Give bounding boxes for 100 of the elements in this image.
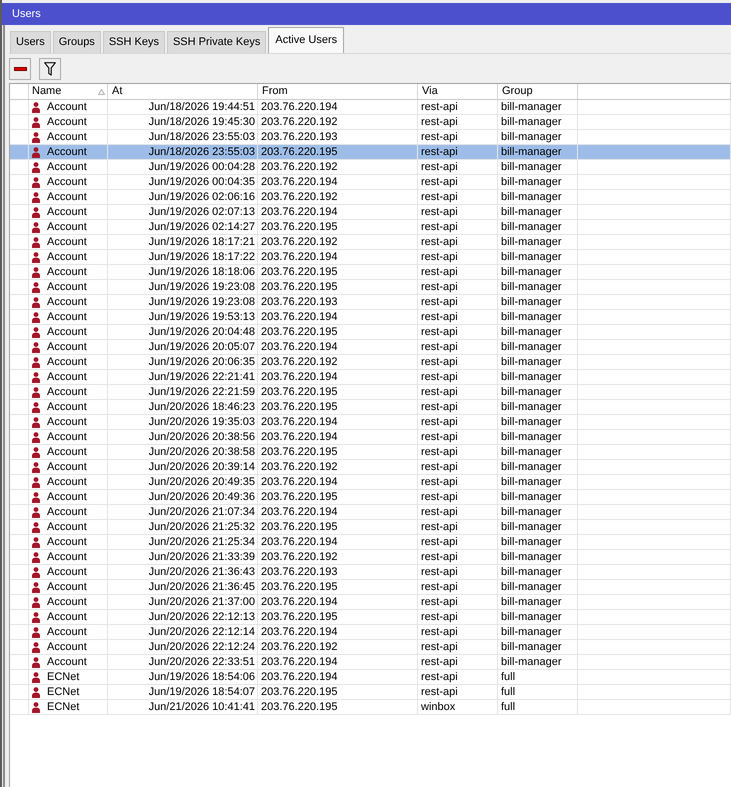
table-row[interactable]: Account Jun/20/2026 21:07:34 203.76.220.194 rest-api bill-manager <box>10 505 731 520</box>
table-row[interactable]: Account Jun/20/2026 21:25:34 203.76.220.194 rest-api bill-manager <box>10 535 731 550</box>
table-row[interactable]: Account Jun/20/2026 22:12:14 203.76.220.194 rest-api bill-manager <box>10 625 731 640</box>
table-cell: 203.76.220.194 <box>261 475 338 489</box>
table-cell: bill-manager <box>501 505 562 519</box>
table-row[interactable]: Account Jun/20/2026 21:25:32 203.76.220.195 rest-api bill-manager <box>10 520 731 535</box>
filter-button[interactable] <box>39 58 61 80</box>
table-row[interactable]: Account Jun/19/2026 00:04:28 203.76.220.192 rest-api bill-manager <box>10 160 731 175</box>
table-cell: Jun/20/2026 21:36:45 <box>148 580 255 594</box>
table-row[interactable]: Account Jun/19/2026 18:18:06 203.76.220.195 rest-api bill-manager <box>10 265 731 280</box>
user-icon <box>32 356 40 368</box>
column-header[interactable]: From <box>262 84 288 99</box>
table-cell: Jun/20/2026 21:36:43 <box>148 565 255 579</box>
table-cell: 203.76.220.195 <box>261 610 338 624</box>
table-row[interactable]: Account Jun/20/2026 20:49:35 203.76.220.194 rest-api bill-manager <box>10 475 731 490</box>
table-row[interactable]: Account Jun/20/2026 20:39:14 203.76.220.192 rest-api bill-manager <box>10 460 731 475</box>
table-row[interactable]: Account Jun/19/2026 19:23:08 203.76.220.195 rest-api bill-manager <box>10 280 731 295</box>
user-icon <box>32 312 40 322</box>
table-cell: rest-api <box>421 190 458 204</box>
table-cell: bill-manager <box>501 490 562 504</box>
table-row[interactable]: Account Jun/19/2026 18:17:21 203.76.220.192 rest-api bill-manager <box>10 235 731 250</box>
table-row[interactable]: Account Jun/20/2026 22:12:13 203.76.220.195 rest-api bill-manager <box>10 610 731 625</box>
column-header[interactable]: At <box>112 84 122 99</box>
table-row[interactable]: Account Jun/20/2026 20:38:56 203.76.220.194 rest-api bill-manager <box>10 430 731 445</box>
table-row[interactable]: Account Jun/20/2026 22:33:51 203.76.220.194 rest-api bill-manager <box>10 655 731 670</box>
user-icon <box>32 326 40 338</box>
table-cell: Jun/20/2026 20:38:56 <box>148 430 255 444</box>
table-cell: Jun/19/2026 00:04:28 <box>148 160 255 174</box>
table-cell: 203.76.220.194 <box>261 670 338 684</box>
table-cell: Account <box>47 430 87 444</box>
user-icon <box>32 626 40 638</box>
table-cell: rest-api <box>421 235 458 249</box>
table-row[interactable]: Account Jun/19/2026 19:23:08 203.76.220.193 rest-api bill-manager <box>10 295 731 310</box>
table-cell: Account <box>47 310 87 324</box>
table-cell: rest-api <box>421 370 458 384</box>
table-row[interactable]: Account Jun/19/2026 02:06:16 203.76.220.192 rest-api bill-manager <box>10 190 731 205</box>
table-row[interactable]: Account Jun/20/2026 21:33:39 203.76.220.192 rest-api bill-manager <box>10 550 731 565</box>
table-cell: Account <box>47 265 87 279</box>
table-cell: Account <box>47 595 87 609</box>
table-row[interactable]: Account Jun/20/2026 20:49:36 203.76.220.195 rest-api bill-manager <box>10 490 731 505</box>
table-row[interactable]: Account Jun/20/2026 18:46:23 203.76.220.195 rest-api bill-manager <box>10 400 731 415</box>
table-row[interactable]: Account Jun/18/2026 23:55:03 203.76.220.195 rest-api bill-manager <box>10 145 731 160</box>
filter-icon <box>44 62 56 76</box>
table-row[interactable]: Account Jun/19/2026 00:04:35 203.76.220.194 rest-api bill-manager <box>10 175 731 190</box>
table-cell: 203.76.220.194 <box>261 370 338 384</box>
table-cell: bill-manager <box>501 565 562 579</box>
table-row[interactable]: Account Jun/19/2026 19:53:13 203.76.220.194 rest-api bill-manager <box>10 310 731 325</box>
table-cell: Account <box>47 655 87 669</box>
column-header[interactable]: Group <box>502 84 533 99</box>
tab[interactable]: Groups <box>52 31 101 53</box>
table-row[interactable]: Account Jun/19/2026 22:21:59 203.76.220.195 rest-api bill-manager <box>10 385 731 400</box>
table-cell: 203.76.220.195 <box>261 385 338 399</box>
table-row[interactable]: Account Jun/20/2026 22:12:24 203.76.220.192 rest-api bill-manager <box>10 640 731 655</box>
table-cell: Jun/19/2026 20:04:48 <box>148 325 255 339</box>
tab[interactable]: SSH Keys <box>102 31 165 53</box>
table-row[interactable]: ECNet Jun/19/2026 18:54:07 203.76.220.195 rest-api full <box>10 685 731 700</box>
column-header[interactable]: Via <box>422 84 438 99</box>
table-row[interactable]: Account Jun/19/2026 02:07:13 203.76.220.194 rest-api bill-manager <box>10 205 731 220</box>
table-row[interactable]: Account Jun/18/2026 19:44:51 203.76.220.194 rest-api bill-manager <box>10 100 731 115</box>
table-row[interactable]: Account Jun/20/2026 21:36:45 203.76.220.195 rest-api bill-manager <box>10 580 731 595</box>
table-cell: Jun/20/2026 22:33:51 <box>148 655 255 669</box>
table-row[interactable]: Account Jun/19/2026 20:05:07 203.76.220.194 rest-api bill-manager <box>10 340 731 355</box>
table-cell: bill-manager <box>501 655 562 669</box>
table-cell: rest-api <box>421 205 458 219</box>
table-cell: bill-manager <box>501 340 562 354</box>
table-cell: Account <box>47 535 87 549</box>
table-cell: Jun/19/2026 00:04:35 <box>148 175 255 189</box>
table-row[interactable]: Account Jun/18/2026 23:55:03 203.76.220.193 rest-api bill-manager <box>10 130 731 145</box>
table-cell: 203.76.220.195 <box>261 520 338 534</box>
column-header[interactable]: Name <box>32 84 62 99</box>
table-row[interactable]: Account Jun/19/2026 20:06:35 203.76.220.192 rest-api bill-manager <box>10 355 731 370</box>
table-cell: bill-manager <box>501 385 562 399</box>
table-row[interactable]: Account Jun/19/2026 18:17:22 203.76.220.194 rest-api bill-manager <box>10 250 731 265</box>
user-icon <box>32 162 40 172</box>
table-row[interactable]: Account Jun/18/2026 19:45:30 203.76.220.192 rest-api bill-manager <box>10 115 731 130</box>
table-row[interactable]: Account Jun/20/2026 21:36:43 203.76.220.193 rest-api bill-manager <box>10 565 731 580</box>
table-row[interactable]: Account Jun/19/2026 02:14:27 203.76.220.195 rest-api bill-manager <box>10 220 731 235</box>
tab[interactable]: Users <box>10 31 51 53</box>
table-cell: Jun/19/2026 20:06:35 <box>148 355 255 369</box>
table-row[interactable]: Account Jun/20/2026 20:38:58 203.76.220.195 rest-api bill-manager <box>10 445 731 460</box>
tab[interactable]: SSH Private Keys <box>166 31 266 53</box>
table-cell: 203.76.220.194 <box>261 535 338 549</box>
table-row[interactable]: Account Jun/20/2026 21:37:00 203.76.220.194 rest-api bill-manager <box>10 595 731 610</box>
table-cell: Jun/19/2026 22:21:59 <box>148 385 255 399</box>
user-icon <box>32 476 40 488</box>
tab[interactable]: Active Users <box>268 27 344 53</box>
table-cell: Account <box>47 100 87 114</box>
table-cell: rest-api <box>421 490 458 504</box>
table-row[interactable]: Account Jun/20/2026 19:35:03 203.76.220.194 rest-api bill-manager <box>10 415 731 430</box>
table-row[interactable]: Account Jun/19/2026 20:04:48 203.76.220.195 rest-api bill-manager <box>10 325 731 340</box>
table-cell: Account <box>47 220 87 234</box>
user-icon <box>32 252 40 262</box>
table-cell: Account <box>47 415 87 429</box>
remove-button[interactable] <box>9 58 31 80</box>
table-row[interactable]: Account Jun/19/2026 22:21:41 203.76.220.194 rest-api bill-manager <box>10 370 731 385</box>
table-row[interactable]: ECNet Jun/21/2026 10:41:41 203.76.220.195 winbox full <box>10 700 731 715</box>
table-cell: 203.76.220.192 <box>261 235 338 249</box>
table-cell: 203.76.220.195 <box>261 220 338 234</box>
table-cell: bill-manager <box>501 205 562 219</box>
table-row[interactable]: ECNet Jun/19/2026 18:54:06 203.76.220.194 rest-api full <box>10 670 731 685</box>
